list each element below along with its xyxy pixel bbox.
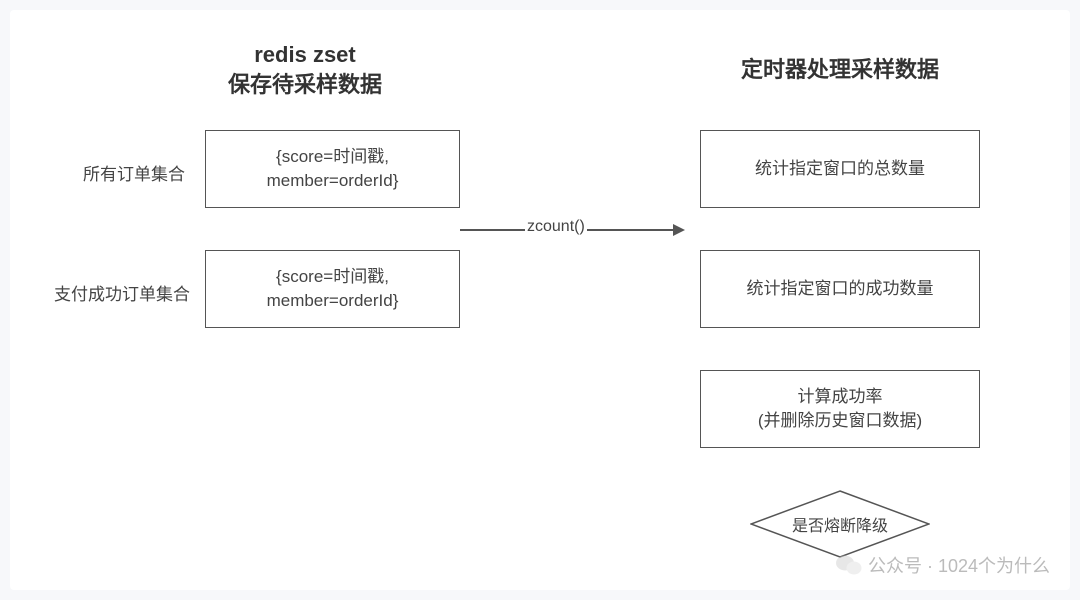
arrow-zcount-label: zcount() (525, 218, 587, 236)
box-all-orders-line1: {score=时间戳, (267, 145, 399, 169)
box-calc-rate: 计算成功率 (并删除历史窗口数据) (700, 370, 980, 448)
box-all-orders-line2: member=orderId} (267, 169, 399, 193)
arrow-zcount-head (673, 224, 685, 236)
box-calc-rate-line2: (并删除历史窗口数据) (758, 409, 922, 433)
wechat-icon (836, 554, 862, 576)
right-heading: 定时器处理采样数据 (680, 55, 1000, 85)
left-heading-line1: redis zset (145, 40, 465, 70)
box-calc-rate-line1: 计算成功率 (758, 385, 922, 409)
box-paid-orders-line2: member=orderId} (267, 289, 399, 313)
box-count-total-text: 统计指定窗口的总数量 (755, 157, 925, 181)
watermark-text: 公众号 · 1024个为什么 (868, 552, 1050, 578)
box-all-orders-zset: {score=时间戳, member=orderId} (205, 130, 460, 208)
box-count-total: 统计指定窗口的总数量 (700, 130, 980, 208)
box-paid-orders-zset: {score=时间戳, member=orderId} (205, 250, 460, 328)
box-count-success-text: 统计指定窗口的成功数量 (747, 277, 934, 301)
left-heading: redis zset 保存待采样数据 (145, 40, 465, 99)
decision-circuit-breaker: 是否熔断降级 (750, 490, 930, 558)
decision-text: 是否熔断降级 (792, 512, 888, 536)
watermark: 公众号 · 1024个为什么 (836, 552, 1050, 578)
box-count-success: 统计指定窗口的成功数量 (700, 250, 980, 328)
right-heading-text: 定时器处理采样数据 (741, 57, 939, 82)
left-heading-line2: 保存待采样数据 (145, 70, 465, 100)
diagram-canvas: redis zset 保存待采样数据 定时器处理采样数据 所有订单集合 支付成功… (10, 10, 1070, 590)
label-all-orders: 所有订单集合 (45, 160, 185, 185)
label-paid-orders: 支付成功订单集合 (30, 280, 190, 305)
box-paid-orders-line1: {score=时间戳, (267, 265, 399, 289)
